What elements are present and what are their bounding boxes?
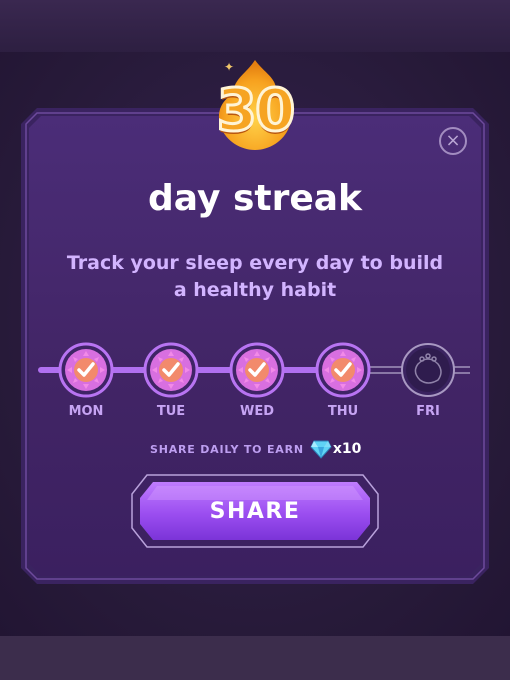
day-label: MON xyxy=(68,404,104,419)
day-wed: WED xyxy=(227,342,287,432)
page-title: day streak xyxy=(148,178,362,219)
share-button-label: SHARE xyxy=(209,498,301,524)
day-mon: MON xyxy=(56,342,116,432)
day-pending-icon xyxy=(401,343,455,397)
reward-count: x10 xyxy=(332,441,362,457)
day-label: THU xyxy=(327,404,359,419)
gem-icon xyxy=(310,440,332,459)
day-fri: FRI xyxy=(398,342,458,432)
close-button[interactable]: × xyxy=(439,127,467,155)
bottom-background xyxy=(0,636,510,680)
day-tue: TUE xyxy=(141,342,201,432)
close-icon: × xyxy=(445,130,461,151)
day-completed-icon xyxy=(315,342,371,398)
day-completed-icon xyxy=(143,342,199,398)
subtitle: Track your sleep every day to build a he… xyxy=(66,252,444,301)
day-label: WED xyxy=(239,404,274,419)
day-completed-icon xyxy=(229,342,285,398)
day-label: FRI xyxy=(416,404,440,419)
streak-count: 30 xyxy=(215,75,297,146)
share-button[interactable]: SHARE xyxy=(131,474,379,548)
day-label: TUE xyxy=(156,404,186,419)
reward-line: SHARE DAILY TO EARN x10 xyxy=(150,438,380,460)
day-thu: THU xyxy=(313,342,373,432)
top-background xyxy=(0,0,510,52)
reward-text: SHARE DAILY TO EARN xyxy=(150,442,304,456)
streak-badge: 30 xyxy=(190,54,320,154)
sparkle-icon: ✦ xyxy=(224,60,235,74)
day-completed-icon xyxy=(58,342,114,398)
